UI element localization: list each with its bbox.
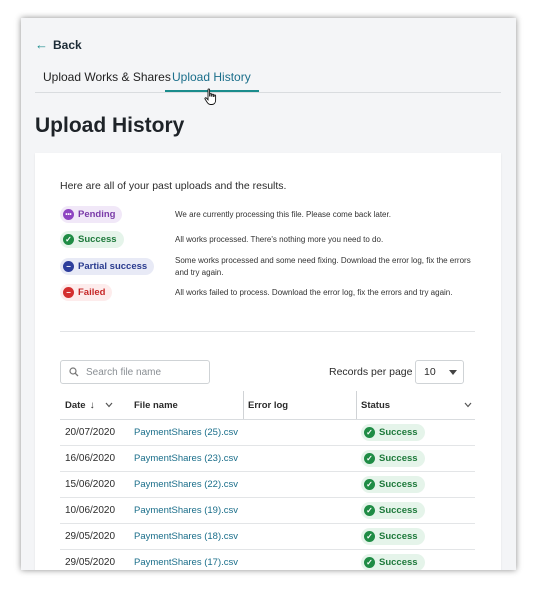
- status-label: Success: [379, 505, 418, 516]
- upload-history-table: Date ↓ File name Error log Status 20/07/…: [60, 391, 475, 570]
- row-file-link[interactable]: PaymentShares (22).csv: [134, 472, 238, 497]
- chevron-down-icon[interactable]: [105, 402, 113, 408]
- check-icon: ✓: [364, 557, 375, 568]
- row-date: 29/05/2020: [65, 531, 116, 542]
- records-per-page-label: Records per page: [329, 366, 413, 378]
- row-date: 20/07/2020: [65, 427, 116, 438]
- ellipsis-icon: •••: [63, 209, 74, 220]
- status-label: Success: [379, 479, 418, 490]
- row-file-link[interactable]: PaymentShares (19).csv: [134, 498, 238, 523]
- app-window: ← Back Upload Works & Shares Upload Hist…: [21, 18, 516, 570]
- arrow-down-icon: ↓: [89, 399, 95, 411]
- table-row: 29/05/2020 PaymentShares (17).csv ✓ Succ…: [60, 550, 475, 570]
- caret-down-icon: [449, 370, 457, 375]
- pending-label: Pending: [78, 209, 116, 220]
- legend-failed-description: All works failed to process. Download th…: [175, 288, 453, 297]
- check-icon: ✓: [364, 427, 375, 438]
- legend-pending-description: We are currently processing this file. P…: [175, 210, 391, 219]
- records-per-page-value: 10: [424, 366, 436, 378]
- tab-upload-works-shares[interactable]: Upload Works & Shares: [43, 70, 171, 90]
- failed-badge: − Failed: [60, 284, 113, 301]
- success-badge: ✓ Success: [60, 231, 124, 248]
- legend-success-description: All works processed. There's nothing mor…: [175, 235, 384, 244]
- table-row: 20/07/2020 PaymentShares (25).csv ✓ Succ…: [60, 420, 475, 446]
- status-badge: ✓ Success: [361, 528, 425, 545]
- column-header-file-name: File name: [134, 399, 178, 411]
- row-date: 16/06/2020: [65, 453, 116, 464]
- status-badge: ✓ Success: [361, 450, 425, 467]
- status-badge: ✓ Success: [361, 424, 425, 441]
- check-icon: ✓: [364, 453, 375, 464]
- column-header-error-log: Error log: [243, 391, 288, 419]
- column-header-date[interactable]: Date ↓: [65, 391, 125, 419]
- success-label: Success: [78, 234, 117, 245]
- column-header-status[interactable]: Status: [356, 391, 476, 419]
- page-title: Upload History: [35, 114, 185, 137]
- status-badge: ✓ Success: [361, 476, 425, 493]
- failed-label: Failed: [78, 287, 106, 298]
- row-file-link[interactable]: PaymentShares (25).csv: [134, 420, 238, 445]
- table-row: 10/06/2020 PaymentShares (19).csv ✓ Succ…: [60, 498, 475, 524]
- row-file-link[interactable]: PaymentShares (23).csv: [134, 446, 238, 471]
- back-link[interactable]: ← Back: [35, 37, 82, 52]
- check-icon: ✓: [364, 505, 375, 516]
- legend-success: ✓ Success: [60, 231, 124, 248]
- check-icon: ✓: [364, 479, 375, 490]
- status-label: Success: [379, 531, 418, 542]
- row-file-link[interactable]: PaymentShares (17).csv: [134, 550, 238, 570]
- check-icon: ✓: [364, 531, 375, 542]
- legend-partial-success: − Partial success: [60, 258, 155, 275]
- intro-text: Here are all of your past uploads and th…: [60, 180, 287, 192]
- partial-success-badge: − Partial success: [60, 258, 155, 275]
- table-row: 29/05/2020 PaymentShares (18).csv ✓ Succ…: [60, 524, 475, 550]
- table-row: 16/06/2020 PaymentShares (23).csv ✓ Succ…: [60, 446, 475, 472]
- back-label: Back: [53, 37, 82, 52]
- pending-badge: ••• Pending: [60, 206, 123, 223]
- search-input[interactable]: [84, 365, 208, 379]
- status-label: Success: [379, 557, 418, 568]
- status-badge: ✓ Success: [361, 554, 425, 570]
- arrow-left-icon: ←: [35, 37, 48, 52]
- legend-pending: ••• Pending: [60, 206, 123, 223]
- row-date: 29/05/2020: [65, 557, 116, 568]
- tab-bar: Upload Works & Shares Upload History: [35, 70, 501, 93]
- column-date-label: Date: [65, 399, 86, 411]
- search-box: [60, 360, 210, 384]
- table-row: 15/06/2020 PaymentShares (22).csv ✓ Succ…: [60, 472, 475, 498]
- chevron-down-icon[interactable]: [464, 402, 472, 408]
- hand-pointer-icon: [204, 88, 217, 105]
- upload-history-card: Here are all of your past uploads and th…: [35, 153, 501, 570]
- row-date: 10/06/2020: [65, 505, 116, 516]
- legend-failed: − Failed: [60, 284, 113, 301]
- row-date: 15/06/2020: [65, 479, 116, 490]
- row-file-link[interactable]: PaymentShares (18).csv: [134, 524, 238, 549]
- table-header: Date ↓ File name Error log Status: [60, 391, 475, 420]
- divider: [60, 331, 475, 332]
- status-label: Success: [379, 453, 418, 464]
- partial-success-label: Partial success: [78, 261, 148, 272]
- status-badge: ✓ Success: [361, 502, 425, 519]
- check-icon: ✓: [63, 234, 74, 245]
- minus-icon: −: [63, 261, 74, 272]
- minus-icon: −: [63, 287, 74, 298]
- search-icon: [69, 367, 79, 377]
- status-label: Success: [379, 427, 418, 438]
- records-per-page-select[interactable]: 10: [415, 360, 464, 384]
- legend-partial-description: Some works processed and some need fixin…: [175, 256, 471, 277]
- column-status-label: Status: [361, 399, 391, 411]
